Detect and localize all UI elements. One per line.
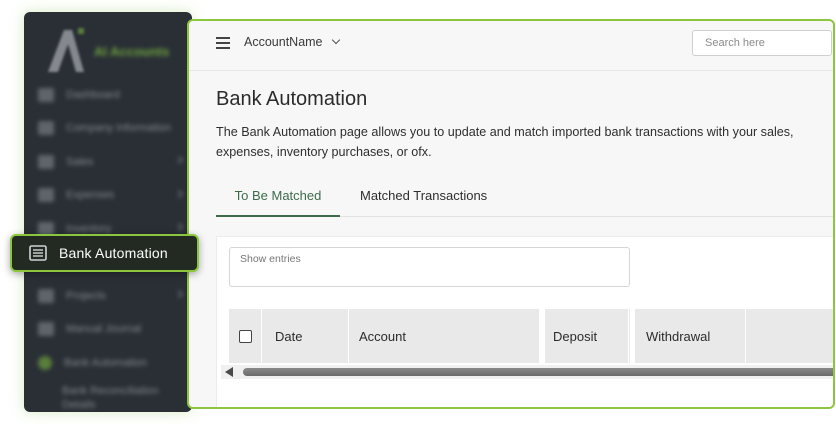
hamburger-menu-icon[interactable] — [216, 37, 230, 49]
chevron-right-icon — [174, 189, 184, 198]
sidebar-item-dashboard[interactable]: Dashboard — [24, 78, 192, 112]
tab-bar: To Be Matched Matched Transactions — [216, 179, 833, 217]
sidebar-item-label: Bank Automation — [64, 356, 148, 369]
show-entries-select[interactable]: Show entries — [229, 247, 630, 287]
sidebar-item-sales[interactable]: Sales — [24, 145, 192, 179]
transactions-panel: Show entries Date Account Deposit Withdr… — [216, 236, 833, 407]
sidebar-item-label: Dashboard — [66, 88, 120, 101]
show-entries-label: Show entries — [240, 253, 301, 265]
sidebar-item-label: Company Information — [66, 122, 172, 135]
sidebar-item-manual-journal[interactable]: Manual Journal — [24, 313, 192, 347]
brand-name: AI Accounts — [94, 44, 170, 59]
highlighted-nav-item-bank-automation[interactable]: Bank Automation — [10, 234, 199, 272]
sidebar-item-label: Inventory — [66, 222, 112, 235]
sidebar-item-expenses[interactable]: Expenses — [24, 179, 192, 213]
company-icon — [38, 121, 54, 136]
page-description: The Bank Automation page allows you to u… — [216, 125, 794, 159]
expenses-icon — [38, 188, 54, 203]
column-header-date[interactable]: Date — [263, 309, 349, 363]
select-all-checkbox[interactable] — [238, 329, 252, 343]
scrollbar-thumb[interactable] — [243, 368, 833, 376]
dashboard-icon — [38, 87, 54, 102]
chevron-right-icon — [174, 289, 184, 299]
scroll-left-arrow-icon[interactable] — [225, 367, 233, 377]
sidebar-item-label: Manual Journal — [66, 323, 142, 336]
search-input[interactable] — [692, 30, 832, 56]
sidebar-item-label: Projects — [66, 289, 106, 302]
sidebar-item-projects[interactable]: Projects — [24, 279, 192, 313]
tab-to-be-matched[interactable]: To Be Matched — [216, 179, 340, 217]
projects-icon — [38, 288, 54, 303]
page-title: Bank Automation — [216, 88, 368, 110]
column-header-withdrawal[interactable]: Withdrawal — [636, 309, 746, 363]
sidebar-subitem-bank-reconciliation[interactable]: Bank Reconciliation Details — [24, 380, 192, 413]
sales-icon — [38, 154, 54, 169]
select-all-cell — [229, 309, 262, 363]
column-header-deposit[interactable]: Deposit — [545, 309, 629, 363]
sidebar: AI Accounts Dashboard Company Informatio… — [24, 12, 192, 412]
horizontal-scrollbar[interactable] — [221, 365, 833, 379]
chevron-down-icon[interactable] — [331, 35, 341, 45]
bank-automation-icon — [29, 245, 47, 261]
sidebar-subitem-label: Bank Reconciliation Details — [62, 384, 159, 411]
tab-matched-transactions[interactable]: Matched Transactions — [360, 179, 510, 217]
sidebar-item-label: Expenses — [66, 189, 115, 202]
logo: AI Accounts — [44, 26, 192, 76]
chevron-right-icon — [174, 155, 184, 165]
sidebar-item-bank-automation[interactable]: Bank Automation — [24, 346, 192, 380]
column-divider — [630, 309, 635, 363]
logo-icon — [48, 28, 84, 72]
chevron-right-icon — [174, 222, 184, 232]
main-panel: AccountName Bank Automation The Bank Aut… — [187, 19, 835, 409]
column-header-account[interactable]: Account — [350, 309, 540, 363]
highlighted-nav-label: Bank Automation — [59, 245, 168, 261]
sidebar-item-label: Sales — [66, 155, 94, 168]
top-bar: AccountName — [189, 21, 833, 71]
bank-icon — [38, 355, 52, 370]
table-header: Date Account Deposit Withdrawal — [229, 309, 833, 363]
account-name-dropdown[interactable]: AccountName — [244, 35, 323, 49]
journal-icon — [38, 322, 54, 337]
sidebar-item-company-information[interactable]: Company Information — [24, 112, 192, 146]
